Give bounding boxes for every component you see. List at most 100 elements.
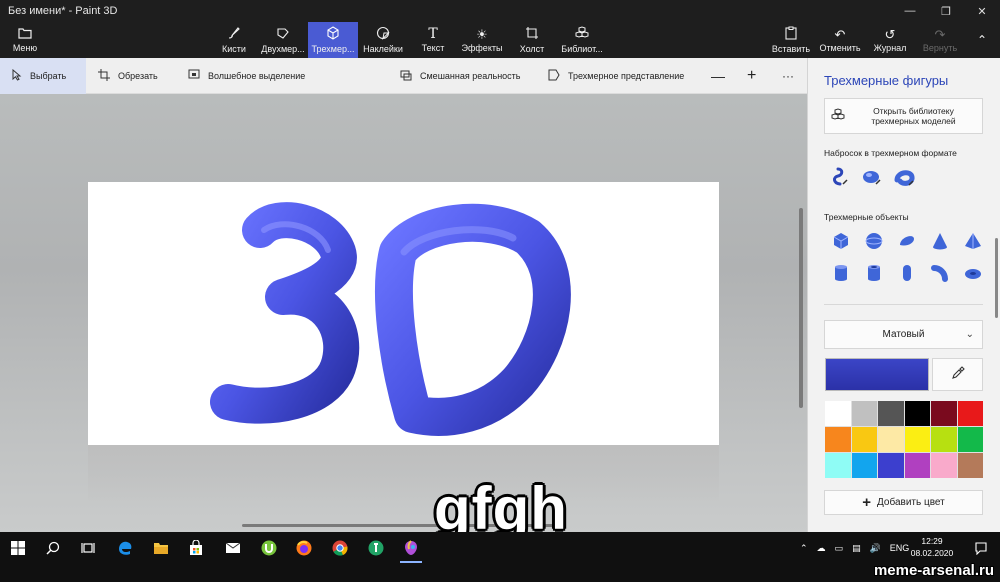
magic-select-button[interactable]: Волшебное выделение bbox=[188, 58, 305, 94]
palette-swatch[interactable] bbox=[851, 453, 877, 478]
donut-icon[interactable] bbox=[962, 262, 984, 284]
palette-swatch[interactable] bbox=[878, 427, 904, 452]
restore-icon[interactable]: ❐ bbox=[928, 0, 964, 22]
material-dropdown[interactable]: Матовый ⌄ bbox=[824, 320, 983, 349]
palette-swatch[interactable] bbox=[931, 427, 957, 452]
close-icon[interactable]: ✕ bbox=[964, 0, 1000, 22]
chevron-up-icon: ⌃ bbox=[976, 32, 988, 47]
palette-swatch[interactable] bbox=[851, 427, 877, 452]
capsule-icon[interactable] bbox=[896, 262, 918, 284]
palette-swatch[interactable] bbox=[878, 401, 904, 426]
search-icon[interactable] bbox=[38, 536, 68, 560]
3d-view-button[interactable]: Трехмерное представление bbox=[548, 58, 684, 94]
sphere-icon[interactable] bbox=[863, 230, 885, 252]
green-app-icon[interactable] bbox=[361, 536, 391, 560]
tool-3d-shapes[interactable]: Трехмер... bbox=[308, 22, 358, 58]
palette-swatch[interactable] bbox=[878, 453, 904, 478]
file-explorer-icon[interactable] bbox=[146, 536, 176, 560]
undo-button[interactable]: ↶ Отменить bbox=[816, 22, 864, 58]
tube-icon[interactable] bbox=[863, 262, 885, 284]
zoom-in-icon: + bbox=[747, 67, 757, 84]
3d-doodle-art[interactable] bbox=[88, 182, 719, 445]
add-color-button[interactable]: + Добавить цвет bbox=[824, 490, 983, 515]
menu-button[interactable]: Меню bbox=[0, 22, 50, 58]
tube-doodle-icon[interactable] bbox=[894, 166, 916, 188]
cloud-icon[interactable]: ☁ bbox=[817, 543, 826, 554]
3d-view-icon bbox=[548, 69, 560, 84]
clock[interactable]: 12:29 08.02.2020 bbox=[905, 535, 959, 559]
text-icon: T bbox=[428, 25, 438, 42]
minimize-icon[interactable]: — bbox=[892, 0, 928, 22]
tool-brushes[interactable]: Кисти bbox=[212, 22, 256, 58]
palette-swatch[interactable] bbox=[931, 453, 957, 478]
palette-swatch[interactable] bbox=[904, 427, 930, 452]
palette-swatch[interactable] bbox=[957, 453, 983, 478]
tool-text[interactable]: T Текст bbox=[412, 22, 454, 58]
pyramid-icon[interactable] bbox=[962, 230, 984, 252]
palette-swatch[interactable] bbox=[931, 401, 957, 426]
3d-shapes-icon bbox=[326, 26, 340, 42]
palette-swatch[interactable] bbox=[825, 401, 851, 426]
eyedropper-button[interactable] bbox=[932, 358, 983, 391]
palette-swatch[interactable] bbox=[851, 401, 877, 426]
cylinder-icon[interactable] bbox=[830, 262, 852, 284]
watermark-strip bbox=[0, 564, 1000, 582]
tool-stickers[interactable]: Наклейки bbox=[360, 22, 406, 58]
battery-icon[interactable]: ▭ bbox=[835, 543, 844, 554]
tool-library[interactable]: Библиот... bbox=[558, 22, 606, 58]
zoom-in-button[interactable]: + bbox=[747, 58, 756, 94]
edge-icon[interactable] bbox=[110, 536, 140, 560]
chrome-icon[interactable] bbox=[325, 536, 355, 560]
tool-effects[interactable]: ☀ Эффекты bbox=[460, 22, 504, 58]
palette-swatch[interactable] bbox=[957, 427, 983, 452]
windows-start-icon[interactable] bbox=[3, 536, 33, 560]
palette-swatch[interactable] bbox=[825, 427, 851, 452]
tool-2d-shapes[interactable]: Двухмер... bbox=[258, 22, 308, 58]
history-button[interactable]: ↺ Журнал bbox=[868, 22, 912, 58]
notifications-icon[interactable] bbox=[966, 536, 996, 560]
more-button[interactable]: ··· bbox=[782, 58, 794, 94]
undo-label: Отменить bbox=[819, 42, 861, 53]
mixed-reality-button[interactable]: Смешанная реальность bbox=[400, 58, 520, 94]
task-view-icon[interactable] bbox=[73, 536, 103, 560]
network-icon[interactable]: ▤ bbox=[852, 543, 861, 554]
undo-icon: ↶ bbox=[834, 26, 846, 42]
tool-canvas[interactable]: Холст bbox=[512, 22, 552, 58]
hemisphere-icon[interactable] bbox=[896, 230, 918, 252]
canvas[interactable] bbox=[88, 182, 719, 445]
cone-icon[interactable] bbox=[929, 230, 951, 252]
select-button[interactable]: Выбрать bbox=[0, 58, 86, 94]
paint3d-icon[interactable] bbox=[396, 536, 426, 563]
doodle-d[interactable] bbox=[375, 203, 571, 436]
palette-swatch[interactable] bbox=[825, 453, 851, 478]
paste-button[interactable]: Вставить bbox=[770, 22, 812, 58]
zoom-out-button[interactable]: — bbox=[711, 58, 725, 94]
3d-view-label: Трехмерное представление bbox=[568, 71, 685, 81]
palette-swatch[interactable] bbox=[904, 453, 930, 478]
utorrent-icon[interactable] bbox=[254, 536, 284, 560]
volume-icon[interactable]: 🔊 bbox=[870, 543, 881, 554]
panel-scrollbar[interactable] bbox=[995, 238, 998, 318]
crop-button[interactable]: Обрезать bbox=[98, 58, 158, 94]
redo-button[interactable]: ↷ Вернуть bbox=[916, 22, 964, 58]
current-color[interactable] bbox=[825, 358, 929, 391]
tool-label: Двухмер... bbox=[261, 44, 305, 54]
stickers-icon bbox=[376, 26, 390, 42]
palette-swatch[interactable] bbox=[904, 401, 930, 426]
cube-icon[interactable] bbox=[830, 230, 852, 252]
vertical-scrollbar[interactable] bbox=[799, 208, 803, 408]
chevron-up-icon[interactable]: ⌃ bbox=[800, 543, 808, 554]
clock-time: 12:29 bbox=[921, 536, 943, 546]
sharp-doodle-icon[interactable] bbox=[828, 166, 850, 188]
store-icon[interactable] bbox=[181, 536, 211, 560]
soft-doodle-icon[interactable] bbox=[861, 166, 883, 188]
pipe-bend-icon[interactable] bbox=[929, 262, 951, 284]
crop-icon bbox=[98, 68, 110, 84]
palette-swatch[interactable] bbox=[957, 401, 983, 426]
mail-icon[interactable] bbox=[218, 536, 248, 560]
firefox-icon[interactable] bbox=[289, 536, 319, 560]
workspace[interactable] bbox=[0, 94, 807, 532]
collapse-ribbon-button[interactable]: ⌃ bbox=[968, 22, 996, 58]
open-3d-library-button[interactable]: Открыть библиотеку трехмерных моделей bbox=[824, 98, 983, 134]
tool-label: Трехмер... bbox=[311, 44, 355, 54]
